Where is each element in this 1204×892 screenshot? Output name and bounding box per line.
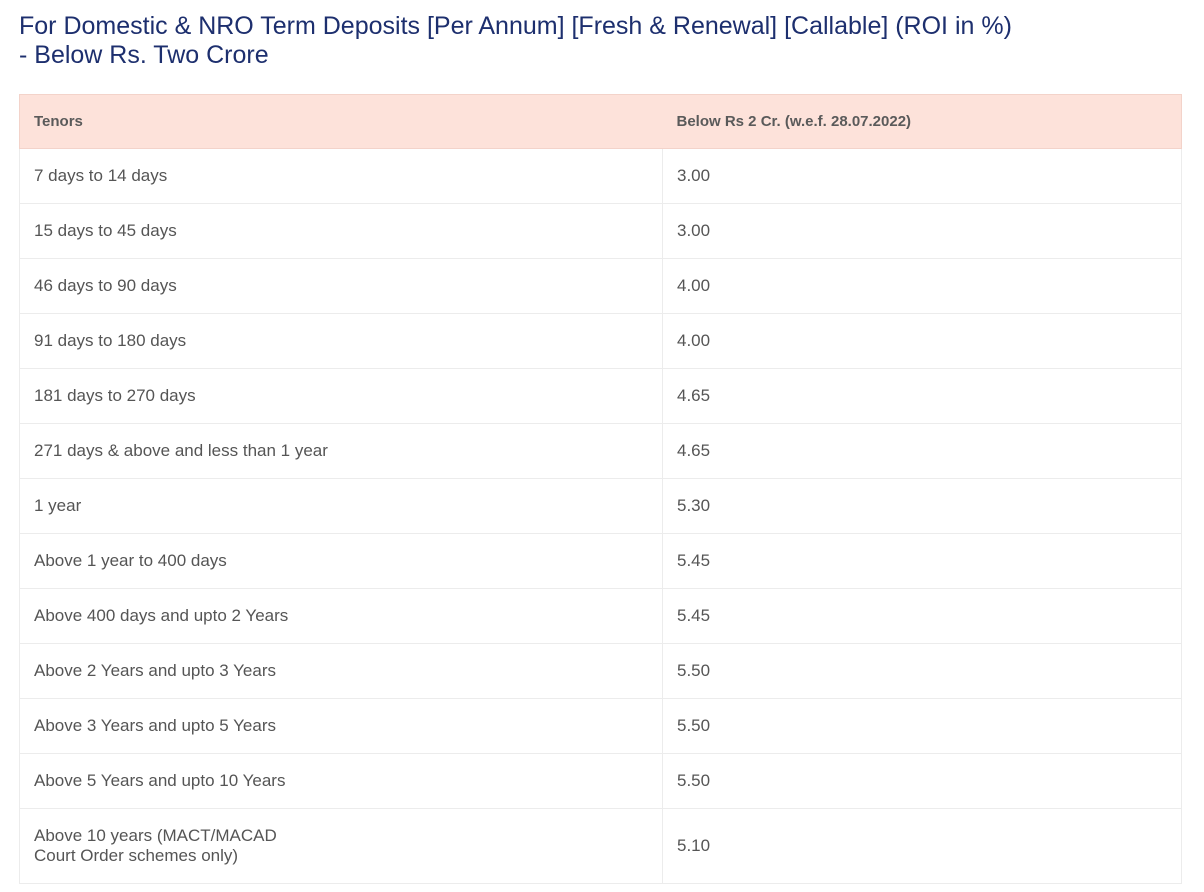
table-header-row: Tenors Below Rs 2 Cr. (w.e.f. 28.07.2022… [19, 94, 1182, 149]
table-row: Above 3 Years and upto 5 Years 5.50 [19, 698, 1182, 754]
rate-cell: 5.10 [662, 808, 1182, 884]
table-row: 271 days & above and less than 1 year 4.… [19, 423, 1182, 479]
rate-cell: 3.00 [662, 148, 1182, 204]
interest-rate-table: Tenors Below Rs 2 Cr. (w.e.f. 28.07.2022… [19, 94, 1182, 884]
table-row: 91 days to 180 days 4.00 [19, 313, 1182, 369]
table-header: Tenors Below Rs 2 Cr. (w.e.f. 28.07.2022… [19, 94, 1182, 149]
header-rate: Below Rs 2 Cr. (w.e.f. 28.07.2022) [662, 94, 1182, 149]
table-row: Above 400 days and upto 2 Years 5.45 [19, 588, 1182, 644]
tenor-cell: 1 year [19, 478, 663, 534]
page-title: For Domestic & NRO Term Deposits [Per An… [19, 12, 1179, 70]
tenor-cell: 46 days to 90 days [19, 258, 663, 314]
table-row: 7 days to 14 days 3.00 [19, 148, 1182, 204]
table-row: 181 days to 270 days 4.65 [19, 368, 1182, 424]
rate-cell: 4.00 [662, 313, 1182, 369]
tenor-cell: 271 days & above and less than 1 year [19, 423, 663, 479]
tenor-cell: 181 days to 270 days [19, 368, 663, 424]
rate-cell: 4.00 [662, 258, 1182, 314]
table-row: 15 days to 45 days 3.00 [19, 203, 1182, 259]
tenor-cell: Above 400 days and upto 2 Years [19, 588, 663, 644]
rate-cell: 5.45 [662, 533, 1182, 589]
rate-cell: 4.65 [662, 423, 1182, 479]
table-row: 46 days to 90 days 4.00 [19, 258, 1182, 314]
table-row: Above 10 years (MACT/MACAD Court Order s… [19, 808, 1182, 884]
tenor-cell: Above 10 years (MACT/MACAD Court Order s… [19, 808, 663, 884]
table-row: Above 2 Years and upto 3 Years 5.50 [19, 643, 1182, 699]
page-title-line-2: - Below Rs. Two Crore [19, 41, 269, 69]
rate-cell: 4.65 [662, 368, 1182, 424]
tenor-cell: Above 2 Years and upto 3 Years [19, 643, 663, 699]
rate-cell: 3.00 [662, 203, 1182, 259]
rate-cell: 5.45 [662, 588, 1182, 644]
table-body: 7 days to 14 days 3.00 15 days to 45 day… [19, 148, 1182, 884]
page-title-line-1: For Domestic & NRO Term Deposits [Per An… [19, 12, 1012, 40]
table-row: Above 1 year to 400 days 5.45 [19, 533, 1182, 589]
table-row: Above 5 Years and upto 10 Years 5.50 [19, 753, 1182, 809]
tenor-cell: 15 days to 45 days [19, 203, 663, 259]
rate-cell: 5.50 [662, 753, 1182, 809]
rate-cell: 5.30 [662, 478, 1182, 534]
tenor-cell: 91 days to 180 days [19, 313, 663, 369]
rate-cell: 5.50 [662, 698, 1182, 754]
tenor-cell: 7 days to 14 days [19, 148, 663, 204]
rate-cell: 5.50 [662, 643, 1182, 699]
tenor-cell: Above 5 Years and upto 10 Years [19, 753, 663, 809]
header-tenors: Tenors [19, 94, 663, 149]
tenor-cell: Above 1 year to 400 days [19, 533, 663, 589]
tenor-cell: Above 3 Years and upto 5 Years [19, 698, 663, 754]
table-row: 1 year 5.30 [19, 478, 1182, 534]
